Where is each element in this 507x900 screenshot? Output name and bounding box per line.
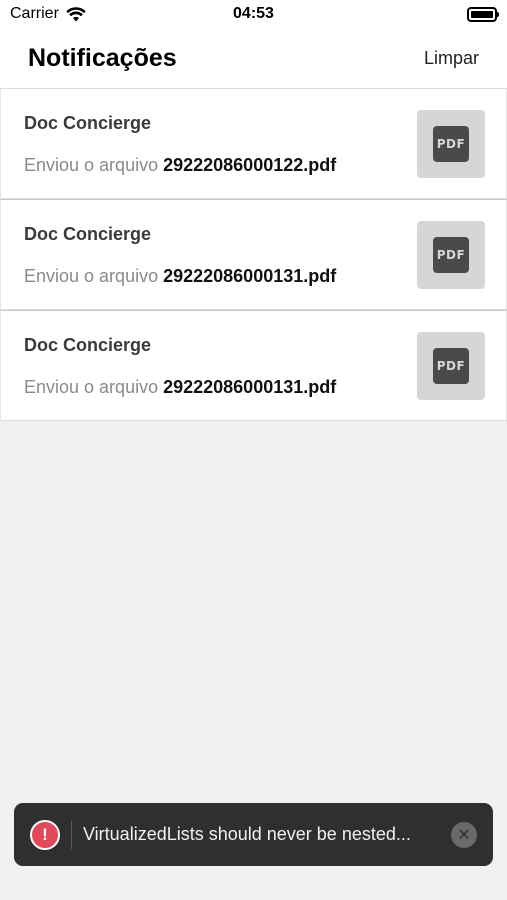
warning-toast[interactable]: ! VirtualizedLists should never be neste… (14, 803, 493, 866)
pdf-thumbnail[interactable]: PDF (417, 332, 485, 400)
notification-message-text: Enviou o arquivo (24, 377, 164, 397)
alert-icon: ! (30, 819, 60, 850)
notification-item[interactable]: Doc Concierge Enviou o arquivo 292220860… (0, 199, 507, 310)
notification-message: Enviou o arquivo 29222086000131.pdf (24, 377, 336, 398)
notification-file-name: 29222086000122.pdf (163, 155, 337, 175)
page-title: Notificações (28, 43, 177, 72)
notification-item[interactable]: Doc Concierge Enviou o arquivo 292220860… (0, 88, 507, 199)
notification-list: Doc Concierge Enviou o arquivo 292220860… (0, 88, 507, 421)
notification-sender: Doc Concierge (24, 224, 152, 244)
close-icon[interactable]: ✕ (451, 821, 477, 848)
carrier-label: Carrier (10, 5, 59, 22)
notification-message: Enviou o arquivo 29222086000122.pdf (24, 155, 336, 176)
toast-divider (71, 820, 72, 849)
battery-icon (467, 6, 499, 22)
battery-fill (471, 10, 493, 18)
pdf-thumbnail[interactable]: PDF (417, 221, 485, 289)
notification-file-name: 29222086000131.pdf (163, 266, 337, 286)
pdf-icon: PDF (433, 237, 469, 273)
notification-item[interactable]: Doc Concierge Enviou o arquivo 292220860… (0, 310, 507, 421)
pdf-icon: PDF (433, 126, 469, 162)
notification-message-text: Enviou o arquivo (24, 155, 164, 175)
notification-message-text: Enviou o arquivo (24, 266, 164, 286)
notification-sender: Doc Concierge (24, 335, 152, 355)
notification-file-name: 29222086000131.pdf (163, 377, 337, 397)
clear-button[interactable]: Limpar (424, 48, 479, 69)
toast-message: VirtualizedLists should never be nested.… (83, 824, 411, 844)
notification-sender: Doc Concierge (24, 113, 152, 133)
pdf-icon: PDF (433, 348, 469, 384)
pdf-thumbnail[interactable]: PDF (417, 110, 485, 178)
wifi-icon (66, 6, 86, 21)
status-left: Carrier (10, 5, 86, 23)
nav-header: Notificações Limpar (0, 28, 507, 88)
status-bar: Carrier 04:53 (0, 0, 507, 28)
notification-message: Enviou o arquivo 29222086000131.pdf (24, 266, 336, 287)
